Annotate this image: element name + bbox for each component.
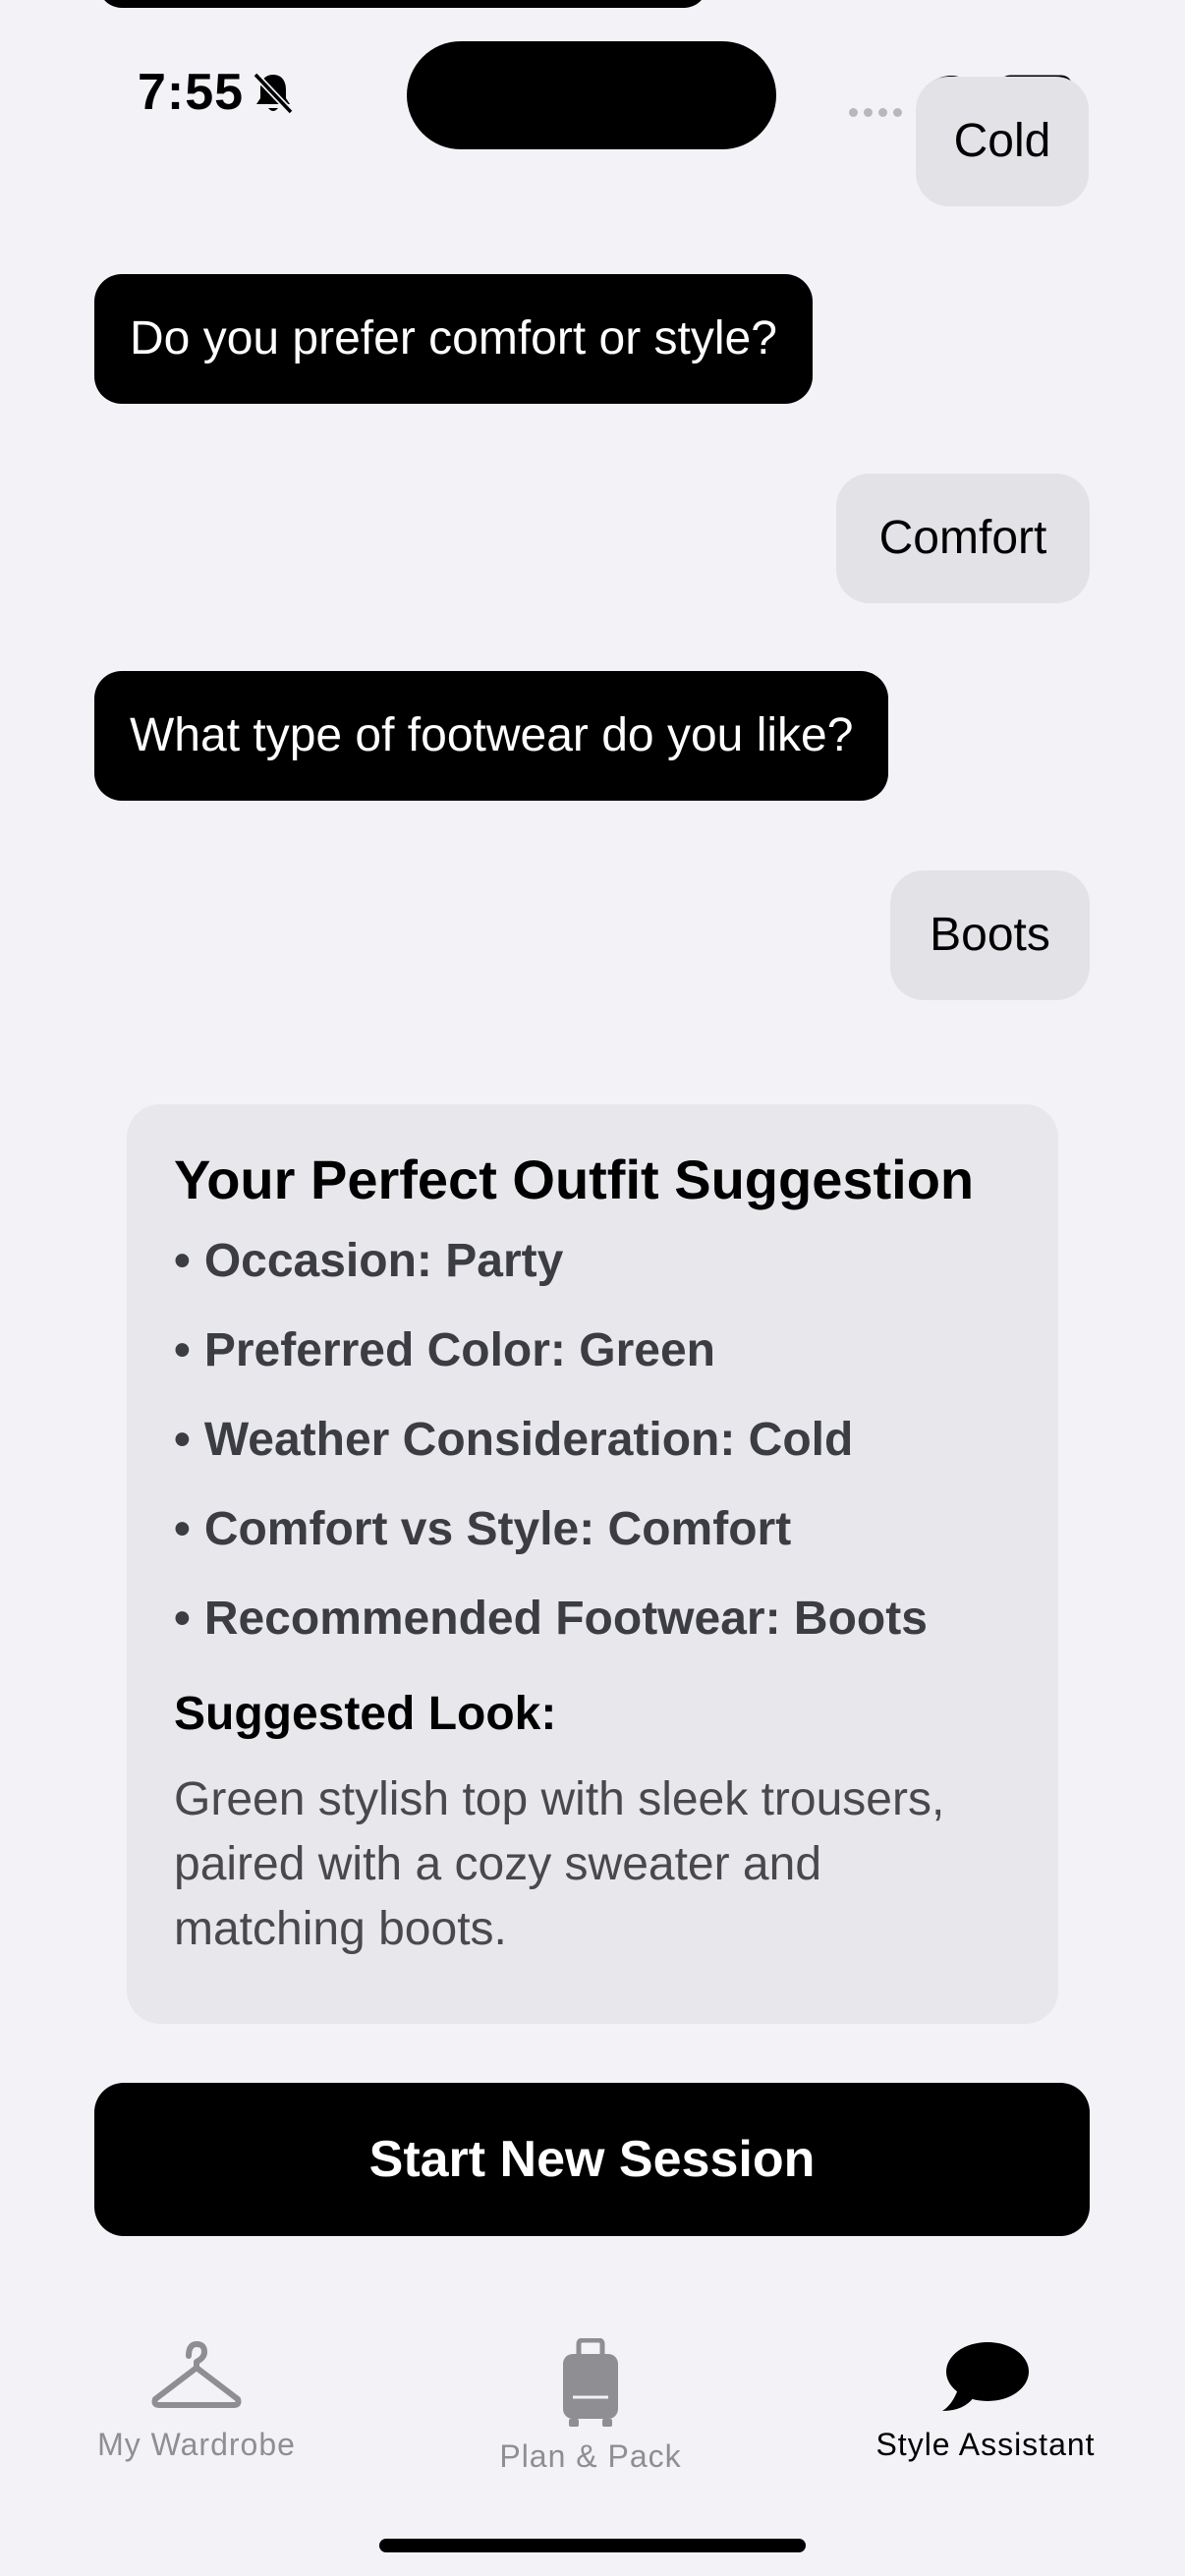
message-text: Boots: [930, 909, 1050, 961]
item-text: Recommended Footwear: Boots: [203, 1592, 928, 1645]
suitcase-icon: [563, 2338, 618, 2427]
hanger-icon: [151, 2341, 242, 2408]
item-text: Occasion: Party: [203, 1234, 564, 1287]
bullet: •: [174, 1502, 191, 1555]
status-time: 7:55: [138, 64, 245, 121]
list-item: • Comfort vs Style: Comfort: [174, 1502, 1011, 1596]
tab-style-assistant[interactable]: Style Assistant: [828, 2338, 1143, 2463]
tab-label: My Wardrobe: [97, 2427, 296, 2462]
chat-bubble-icon: [942, 2342, 1029, 2411]
start-new-session-button[interactable]: Start New Session: [94, 2083, 1090, 2236]
tab-label: Plan & Pack: [499, 2438, 682, 2474]
item-text: Preferred Color: Green: [203, 1323, 715, 1376]
message-text: Do you prefer comfort or style?: [130, 312, 777, 364]
item-text: Weather Consideration: Cold: [203, 1413, 854, 1466]
outfit-suggestion-card: Your Perfect Outfit Suggestion • Occasion…: [127, 1104, 1058, 2024]
message-text: Comfort: [878, 512, 1047, 564]
card-title: Your Perfect Outfit Suggestion: [174, 1148, 975, 1210]
assistant-message: What type of footwear do you like?: [94, 671, 889, 801]
bullet: •: [174, 1323, 191, 1376]
bullet: •: [174, 1234, 191, 1287]
message-text: What type of footwear do you like?: [130, 709, 854, 761]
user-message: Cold: [916, 77, 1089, 206]
bullet: •: [174, 1592, 191, 1645]
cellular-signal-icon: [849, 104, 908, 117]
user-message: Boots: [890, 870, 1090, 1000]
home-indicator[interactable]: [379, 2539, 806, 2552]
list-item: • Preferred Color: Green: [174, 1323, 1011, 1417]
bullet: •: [174, 1413, 191, 1466]
list-item: • Occasion: Party: [174, 1234, 1011, 1327]
assistant-message: Do you prefer comfort or style?: [94, 274, 813, 404]
tab-plan-and-pack[interactable]: Plan & Pack: [433, 2338, 748, 2475]
suggestion-list: • Occasion: Party • Preferred Color: Green…: [174, 1234, 1011, 1685]
previous-message-bubble: [98, 0, 707, 8]
tab-label: Style Assistant: [875, 2427, 1096, 2462]
suggested-look-description: Green stylish top with sleek trousers, p…: [174, 1772, 945, 1955]
tab-my-wardrobe[interactable]: My Wardrobe: [39, 2338, 354, 2463]
list-item: • Recommended Footwear: Boots: [174, 1592, 1011, 1685]
list-item: • Weather Consideration: Cold: [174, 1413, 1011, 1506]
user-message: Comfort: [836, 474, 1090, 603]
message-text: Cold: [953, 115, 1051, 167]
silent-mode-icon: [253, 72, 294, 115]
dynamic-island: [407, 41, 776, 149]
item-text: Comfort vs Style: Comfort: [203, 1502, 792, 1555]
suggested-look-heading: Suggested Look:: [174, 1687, 557, 1740]
